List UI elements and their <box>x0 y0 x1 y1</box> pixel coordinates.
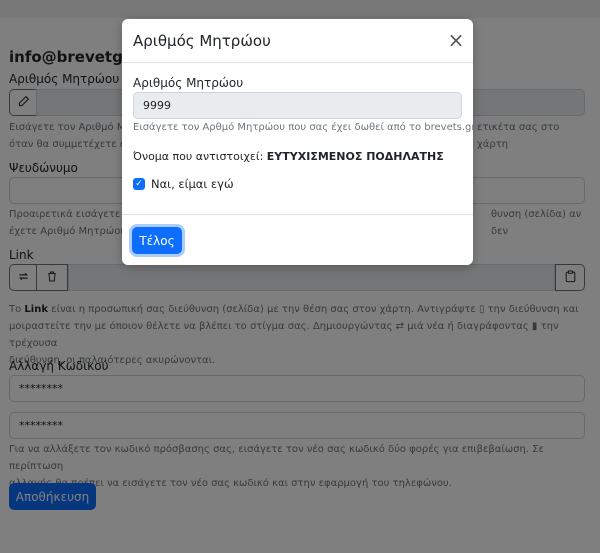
modal-header-divider <box>122 62 473 63</box>
modal-footer-divider <box>122 214 473 215</box>
registry-number-input[interactable]: 9999 <box>133 92 462 119</box>
confirm-checkbox[interactable]: ✓ <box>133 178 145 190</box>
done-button[interactable]: Τέλος <box>132 227 182 254</box>
close-icon[interactable]: × <box>447 30 465 50</box>
modal-title: Αριθμός Μητρώου <box>133 32 271 50</box>
matched-name-value: ΕΥΤΥΧΙΣΜΕΝΟΣ ΠΟΔΗΛΑΤΗΣ <box>266 150 444 163</box>
registry-modal: Αριθμός Μητρώου × Αριθμός Μητρώου 9999 Ε… <box>122 19 478 265</box>
confirm-checkbox-label[interactable]: Ναι, είμαι εγώ <box>151 177 234 191</box>
modal-field-help: Εισάγετε τον Αρθμό Μητρώου που σας έχει … <box>133 122 478 133</box>
check-icon: ✓ <box>135 179 143 189</box>
modal-field-label: Αριθμός Μητρώου <box>133 76 244 90</box>
matched-name: Όνομα που αντιστοιχεί: ΕΥΤΥΧΙΣΜΕΝΟΣ ΠΟΔΗ… <box>133 150 444 163</box>
